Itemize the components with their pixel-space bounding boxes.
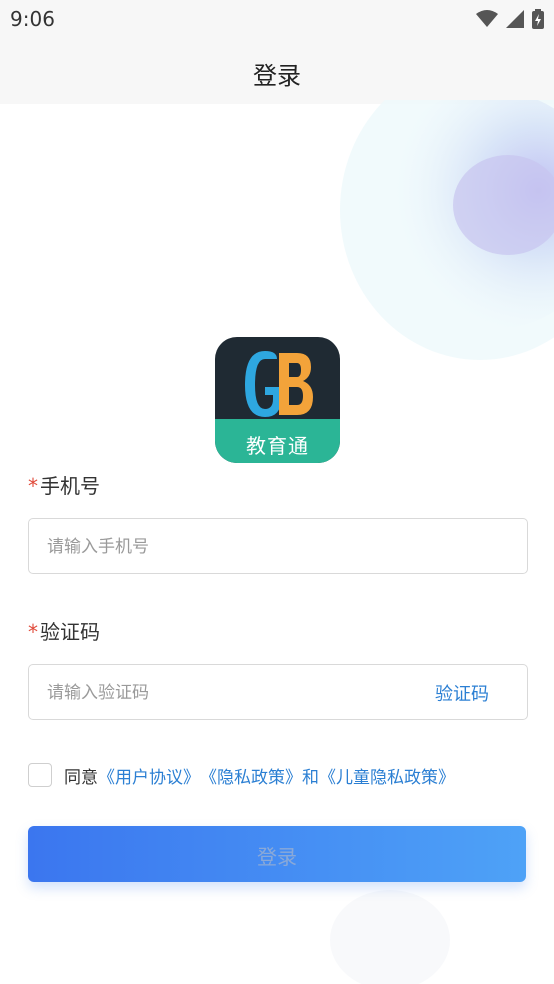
logo-text: 教育通 — [246, 434, 309, 458]
status-icons — [476, 8, 544, 30]
agreement-row: 同意 《用户协议》 《隐私政策》 和 《儿童隐私政策》 — [28, 762, 455, 788]
phone-input[interactable] — [45, 519, 509, 575]
background-decoration-bottom — [330, 890, 450, 984]
login-button-label: 登录 — [257, 845, 297, 869]
status-bar: 9:06 — [0, 0, 554, 38]
code-label-text: 验证码 — [40, 620, 100, 644]
phone-label: * 手机号 — [28, 470, 100, 499]
code-field: 验证码 — [28, 664, 528, 721]
background-decoration — [340, 100, 554, 360]
phone-label-text: 手机号 — [40, 474, 100, 498]
page-title: 登录 — [253, 62, 301, 90]
required-mark: * — [28, 474, 38, 498]
code-label: * 验证码 — [28, 616, 100, 645]
agreement-and: 和 — [302, 767, 319, 788]
phone-field — [28, 518, 528, 575]
get-code-button[interactable]: 验证码 — [435, 680, 489, 706]
logo-gb-mark — [245, 351, 313, 417]
header: 登录 — [0, 38, 554, 104]
required-mark: * — [28, 620, 38, 644]
agreement-prefix: 同意 — [64, 767, 98, 788]
child-privacy-policy-link[interactable]: 《儿童隐私政策》 — [319, 763, 455, 788]
wifi-icon — [476, 10, 498, 27]
privacy-policy-link[interactable]: 《隐私政策》 — [200, 763, 302, 788]
app-logo: 教育通 — [215, 337, 340, 463]
status-time: 9:06 — [10, 7, 55, 31]
battery-icon — [532, 9, 544, 29]
agreement-checkbox[interactable] — [28, 763, 52, 787]
user-agreement-link[interactable]: 《用户协议》 — [98, 763, 200, 788]
signal-icon — [506, 10, 524, 28]
code-input[interactable] — [45, 665, 389, 721]
login-button[interactable]: 登录 — [28, 826, 526, 882]
